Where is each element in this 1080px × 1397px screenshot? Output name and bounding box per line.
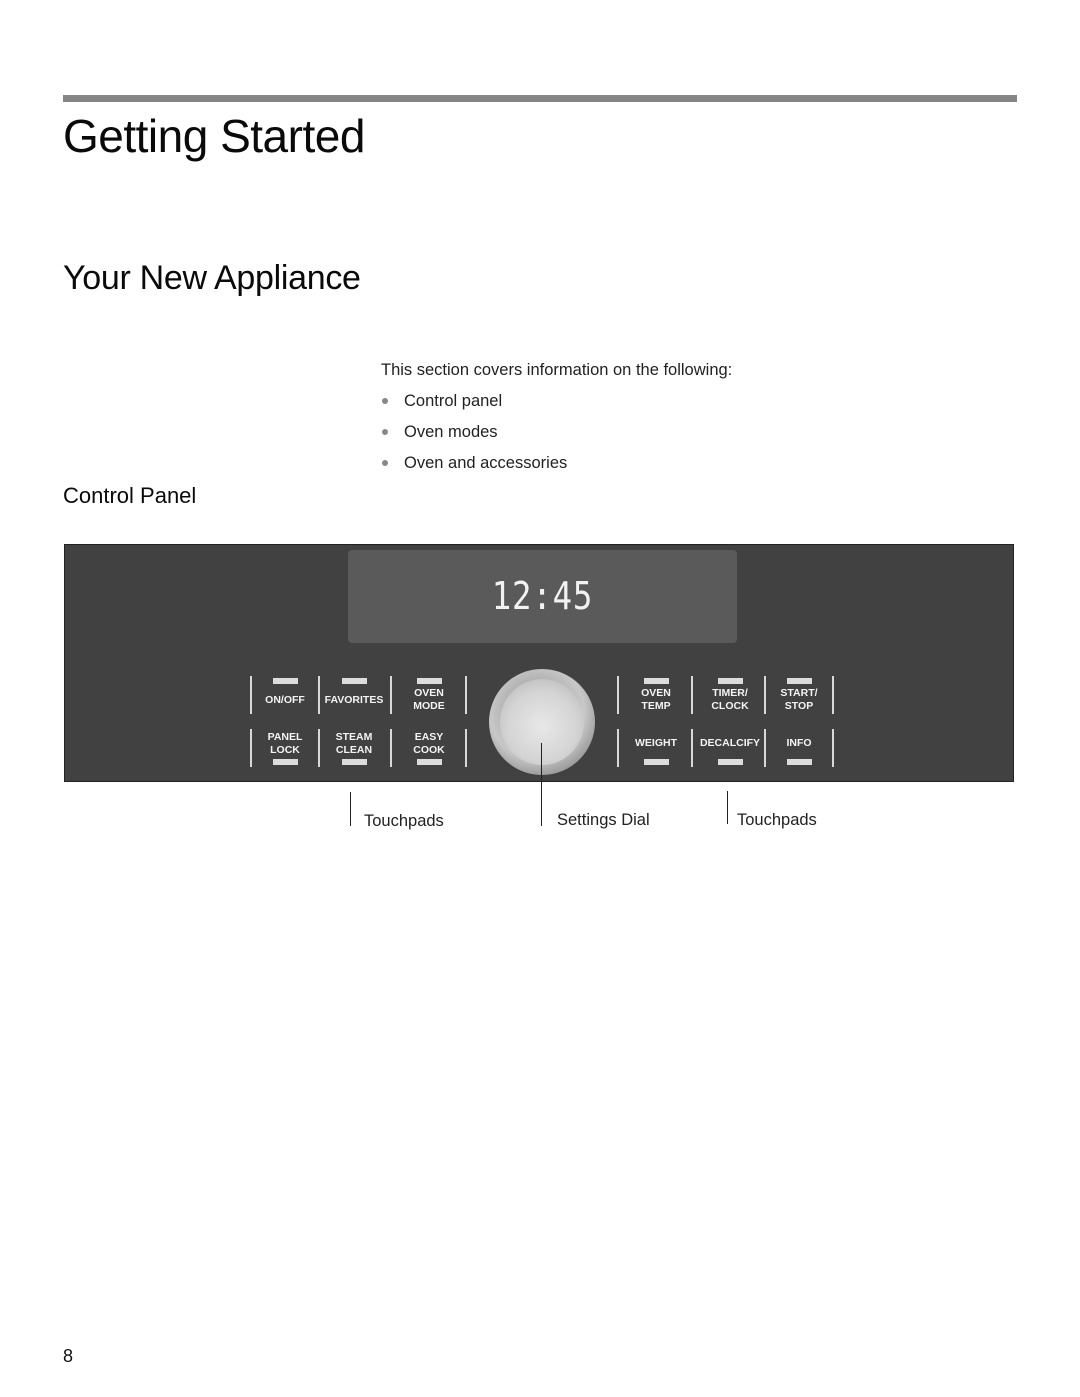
touchpad-separator	[465, 729, 467, 767]
dial-knob	[500, 679, 584, 765]
touchpad-separator	[617, 676, 619, 714]
touchpad-separator	[465, 676, 467, 714]
touchpad-decalcify[interactable]: DECALCIFY	[695, 737, 765, 750]
callout-line-center	[541, 743, 542, 826]
indicator-led	[342, 678, 367, 684]
indicator-led	[787, 678, 812, 684]
intro-block: This section covers information on the f…	[381, 360, 732, 473]
topic-item: Oven modes	[381, 422, 732, 442]
callout-line-right	[727, 791, 728, 824]
topic-item: Control panel	[381, 391, 732, 411]
intro-text: This section covers information on the f…	[381, 361, 733, 379]
indicator-led	[273, 678, 298, 684]
subsection-title: Your New Appliance	[63, 259, 361, 297]
touchpad-separator	[691, 729, 693, 767]
indicator-led	[787, 759, 812, 765]
indicator-led	[718, 759, 743, 765]
control-panel-illustration: 12:45 ON/OFF FAVORITES OVEN MODE PANEL LOCK ST…	[64, 544, 1014, 782]
indicator-led	[644, 678, 669, 684]
touchpad-panel-lock[interactable]: PANEL LOCK	[250, 731, 320, 757]
touchpad-favorites[interactable]: FAVORITES	[319, 694, 389, 707]
touchpad-timer-clock[interactable]: TIMER/CLOCK	[695, 687, 765, 713]
callout-touchpads-right: Touchpads	[737, 811, 817, 829]
indicator-led	[273, 759, 298, 765]
page-number: 8	[63, 1346, 74, 1366]
touchpad-oven-temp[interactable]: OVEN TEMP	[621, 687, 691, 713]
topic-list: Control panel Oven modes Oven and access…	[381, 391, 732, 473]
section-title: Getting Started	[63, 110, 365, 162]
touchpad-separator	[390, 729, 392, 767]
indicator-led	[718, 678, 743, 684]
settings-dial[interactable]	[489, 669, 595, 775]
display-time: 12:45	[491, 574, 594, 618]
section-rule	[63, 95, 1017, 102]
touchpad-onoff[interactable]: ON/OFF	[250, 694, 320, 707]
clock-display: 12:45	[348, 550, 737, 643]
callout-line-left	[350, 792, 351, 826]
touchpad-start-stop[interactable]: START/STOP	[764, 687, 834, 713]
touchpad-easy-cook[interactable]: EASY COOK	[394, 731, 464, 757]
topic-item: Oven and accessories	[381, 453, 732, 473]
indicator-led	[417, 678, 442, 684]
touchpad-separator	[390, 676, 392, 714]
bullet-icon	[382, 429, 388, 435]
touchpad-steam-clean[interactable]: STEAM CLEAN	[319, 731, 389, 757]
indicator-led	[644, 759, 669, 765]
callout-settings-dial: Settings Dial	[557, 811, 650, 829]
touchpad-oven-mode[interactable]: OVEN MODE	[394, 687, 464, 713]
touchpad-weight[interactable]: WEIGHT	[621, 737, 691, 750]
touchpad-separator	[617, 729, 619, 767]
bullet-icon	[382, 398, 388, 404]
touchpad-info[interactable]: INFO	[764, 737, 834, 750]
indicator-led	[342, 759, 367, 765]
indicator-led	[417, 759, 442, 765]
bullet-icon	[382, 460, 388, 466]
callout-touchpads-left: Touchpads	[364, 812, 444, 830]
control-panel-heading: Control Panel	[63, 483, 197, 508]
touchpad-separator	[691, 676, 693, 714]
